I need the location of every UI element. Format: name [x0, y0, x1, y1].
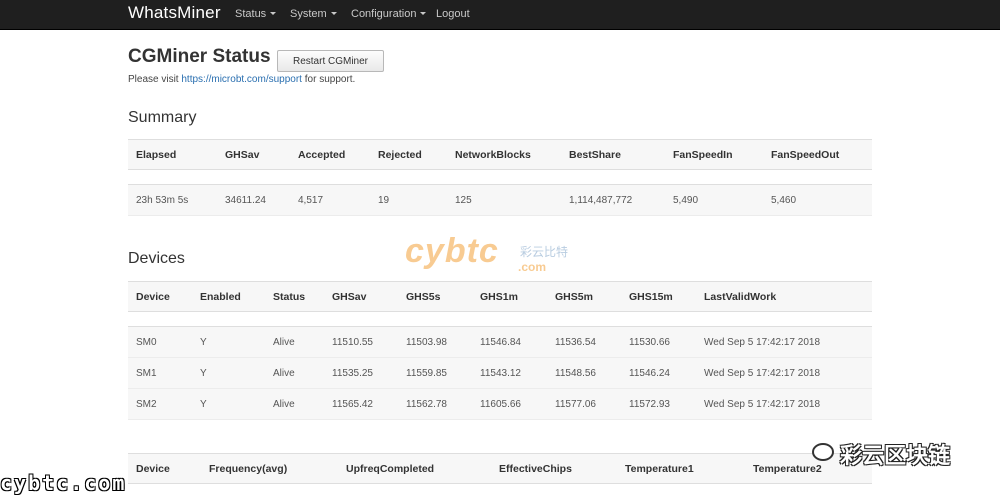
bottom-right-watermark-text: 彩云区块链	[840, 443, 951, 468]
table-cell: 11562.78	[398, 388, 472, 420]
column-header: EffectiveChips	[491, 453, 617, 484]
column-header: GHS5s	[398, 281, 472, 312]
table-cell: 11572.93	[621, 388, 696, 420]
table-cell: Wed Sep 5 17:42:17 2018	[696, 357, 872, 389]
caret-down-icon	[420, 12, 427, 15]
column-header: GHSav	[217, 139, 290, 170]
table-cell: 5,490	[665, 184, 763, 216]
table-cell: 11565.42	[324, 388, 398, 420]
column-header: Device	[128, 453, 201, 484]
nav-system-label: System	[290, 8, 327, 20]
column-header: Frequency(avg)	[201, 453, 338, 484]
wechat-icon	[812, 443, 834, 461]
support-link[interactable]: https://microbt.com/support	[181, 74, 302, 85]
table-cell: 19	[370, 184, 447, 216]
nav-system-menu[interactable]: System	[290, 8, 337, 20]
table-cell: 11530.66	[621, 326, 696, 358]
table-cell: SM1	[128, 357, 192, 389]
device-details-table: Device Frequency(avg) UpfreqCompleted Ef…	[128, 453, 872, 484]
column-header: Rejected	[370, 139, 447, 170]
support-suffix: for support.	[301, 74, 356, 85]
table-cell: SM0	[128, 326, 192, 358]
bottom-right-watermark: 彩云区块链	[812, 438, 950, 470]
support-prefix: Please visit	[128, 74, 182, 85]
table-cell: 1,114,487,772	[561, 184, 665, 216]
column-header: FanSpeedOut	[763, 139, 872, 170]
table-cell: SM2	[128, 388, 192, 420]
table-cell: 11535.25	[324, 357, 398, 389]
caret-down-icon	[330, 12, 337, 15]
table-cell: Alive	[265, 388, 324, 420]
table-cell: Alive	[265, 357, 324, 389]
table-cell: Y	[192, 326, 265, 358]
column-header: Temperature1	[617, 453, 745, 484]
nav-configuration-menu[interactable]: Configuration	[351, 8, 427, 20]
center-watermark-com: .com	[518, 260, 547, 274]
column-header: Enabled	[192, 281, 265, 312]
table-cell: 11559.85	[398, 357, 472, 389]
column-header: NetworkBlocks	[447, 139, 561, 170]
table-cell: 11510.55	[324, 326, 398, 358]
table-cell: 5,460	[763, 184, 872, 216]
devices-header-row: Device Enabled Status GHSav GHS5s GHS1m …	[128, 281, 872, 312]
column-header: GHSav	[324, 281, 398, 312]
devices-table: Device Enabled Status GHSav GHS5s GHS1m …	[128, 281, 872, 420]
column-header: UpfreqCompleted	[338, 453, 491, 484]
table-cell: 23h 53m 5s	[128, 184, 217, 216]
restart-cgminer-button[interactable]: Restart CGMiner	[277, 50, 384, 72]
table-cell: 11546.24	[621, 357, 696, 389]
table-spacer	[128, 311, 872, 327]
caret-down-icon	[270, 12, 277, 15]
nav-status-label: Status	[235, 8, 267, 20]
table-cell: 11536.54	[547, 326, 621, 358]
table-row: SM2 Y Alive 11565.42 11562.78 11605.66 1…	[128, 388, 872, 420]
column-header: Status	[265, 281, 324, 312]
table-cell: 11546.84	[472, 326, 547, 358]
table-cell: 11503.98	[398, 326, 472, 358]
table-cell: Wed Sep 5 17:42:17 2018	[696, 326, 872, 358]
column-header: Accepted	[290, 139, 370, 170]
table-cell: 4,517	[290, 184, 370, 216]
table-cell: 11605.66	[472, 388, 547, 420]
table-row: 23h 53m 5s 34611.24 4,517 19 125 1,114,4…	[128, 184, 872, 216]
column-header: BestShare	[561, 139, 665, 170]
table-cell: 11543.12	[472, 357, 547, 389]
nav-logout-link[interactable]: Logout	[436, 8, 470, 20]
table-cell: 125	[447, 184, 561, 216]
table-row: SM0 Y Alive 11510.55 11503.98 11546.84 1…	[128, 326, 872, 358]
table-cell: 11577.06	[547, 388, 621, 420]
column-header: GHS1m	[472, 281, 547, 312]
top-navbar: WhatsMiner Status System Configuration L…	[0, 0, 1000, 30]
table-row: SM1 Y Alive 11535.25 11559.85 11543.12 1…	[128, 357, 872, 389]
column-header: GHS5m	[547, 281, 621, 312]
table-spacer	[128, 169, 872, 185]
table-cell: Y	[192, 357, 265, 389]
column-header: LastValidWork	[696, 281, 872, 312]
table-cell: 11548.56	[547, 357, 621, 389]
column-header: GHS15m	[621, 281, 696, 312]
center-watermark-cn: 彩云比特	[520, 245, 569, 259]
nav-status-menu[interactable]: Status	[235, 8, 277, 20]
brand-logo[interactable]: WhatsMiner	[128, 3, 221, 23]
table-cell: 34611.24	[217, 184, 290, 216]
column-header: Elapsed	[128, 139, 217, 170]
center-watermark: cybtc	[405, 232, 499, 270]
column-header: FanSpeedIn	[665, 139, 763, 170]
summary-header-row: Elapsed GHSav Accepted Rejected NetworkB…	[128, 139, 872, 170]
devices-title: Devices	[128, 250, 185, 267]
summary-title: Summary	[128, 109, 197, 126]
support-message: Please visit https://microbt.com/support…	[128, 74, 355, 85]
device-details-header-row: Device Frequency(avg) UpfreqCompleted Ef…	[128, 453, 872, 484]
table-cell: Alive	[265, 326, 324, 358]
nav-configuration-label: Configuration	[351, 8, 417, 20]
summary-table: Elapsed GHSav Accepted Rejected NetworkB…	[128, 139, 872, 216]
column-header: Device	[128, 281, 192, 312]
bottom-left-watermark: cybtc.com	[0, 471, 127, 495]
table-cell: Y	[192, 388, 265, 420]
table-cell: Wed Sep 5 17:42:17 2018	[696, 388, 872, 420]
page-title: CGMiner Status	[128, 46, 271, 67]
